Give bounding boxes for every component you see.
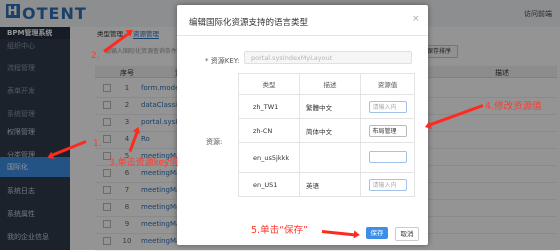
language-type: zh-CN <box>238 118 300 143</box>
col-value: 资源值 <box>360 73 415 95</box>
language-row: en_US1 英语 请输入内 <box>238 172 415 197</box>
language-row: zh-CN 简体中文 布局管理 <box>238 118 415 143</box>
language-rows: zh_TW1 繁體中文 请输入内 zh-CN 简体中文 布局管理 en_us5jkkk en_… <box>238 94 415 197</box>
language-value-cell: 请输入内 <box>360 172 415 197</box>
language-row: en_us5jkkk <box>238 142 415 173</box>
annotation-step4: 4.修改资源值 <box>485 101 542 112</box>
annotation-step2: 2. <box>91 51 100 61</box>
language-type: en_US1 <box>238 172 300 197</box>
language-desc: 简体中文 <box>299 118 361 143</box>
modal-divider <box>177 35 428 36</box>
language-desc: 英语 <box>299 172 361 197</box>
resource-value-input[interactable]: 请输入内 <box>368 100 407 113</box>
resource-label: 资源: <box>206 138 223 146</box>
language-table: 类型 描述 资源值 zh_TW1 繁體中文 请输入内 zh-CN 简体中文 布局管理 en_… <box>238 73 415 197</box>
close-icon[interactable]: × <box>412 14 420 24</box>
annotation-step1: 1. <box>93 139 102 149</box>
language-table-header: 类型 描述 资源值 <box>238 73 415 95</box>
resource-value-input[interactable]: 布局管理 <box>368 124 407 137</box>
language-row: zh_TW1 繁體中文 请输入内 <box>238 94 415 119</box>
cancel-button[interactable]: 取消 <box>395 227 419 241</box>
modal-title: 编辑国际化资源支持的语言类型 <box>189 18 309 28</box>
resource-key-input[interactable]: portal.sysIndexMyLayout <box>244 51 412 64</box>
language-value-cell: 布局管理 <box>360 118 415 143</box>
language-desc <box>299 142 361 173</box>
col-type: 类型 <box>238 73 300 95</box>
language-type: en_us5jkkk <box>238 142 300 173</box>
language-value-cell: 请输入内 <box>360 94 415 119</box>
language-type: zh_TW1 <box>238 94 300 119</box>
save-button[interactable]: 保存 <box>366 227 388 239</box>
resource-value-input[interactable]: 请输入内 <box>368 178 407 191</box>
col-desc: 描述 <box>299 73 361 95</box>
resource-key-label: * 资源KEY: <box>205 57 240 65</box>
annotation-step3: 3.单击资源key值 <box>109 158 179 168</box>
language-value-cell <box>360 142 415 173</box>
resource-value-input[interactable] <box>368 150 407 163</box>
annotation-step5: 5.单击“保存” <box>251 225 308 236</box>
language-desc: 繁體中文 <box>299 94 361 119</box>
